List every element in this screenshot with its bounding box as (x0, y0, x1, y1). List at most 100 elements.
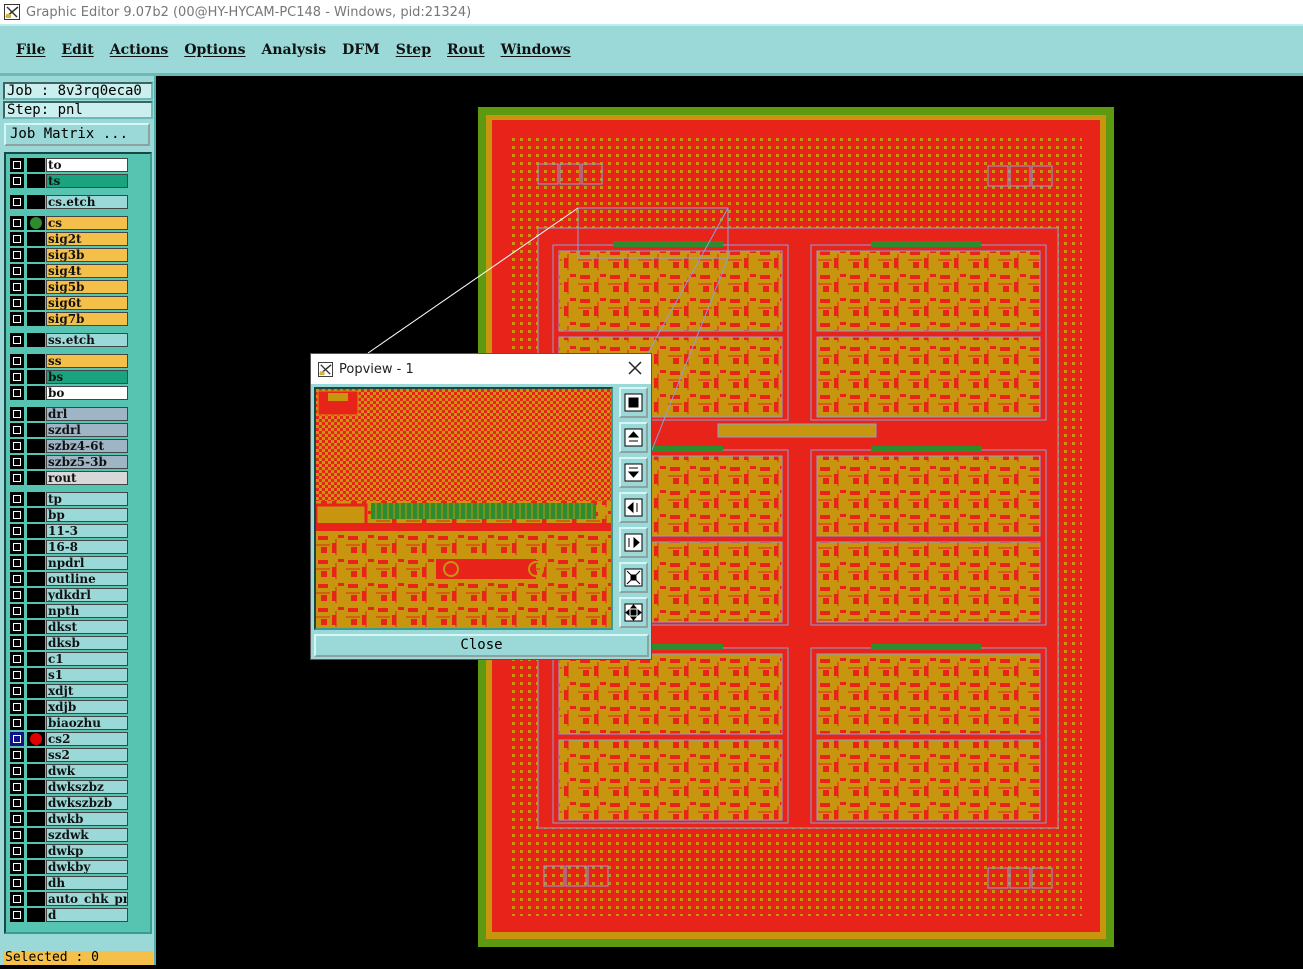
layer-status-indicator[interactable] (27, 876, 45, 890)
layer-row[interactable]: drl (10, 407, 130, 421)
layer-row[interactable]: d (10, 908, 130, 922)
layer-name[interactable]: sig7b (46, 312, 128, 326)
layer-name[interactable]: ss.etch (46, 333, 128, 347)
layer-status-indicator[interactable] (27, 908, 45, 922)
layer-row[interactable]: sig7b (10, 312, 130, 326)
layer-checkbox[interactable] (10, 439, 24, 453)
layer-name[interactable]: szdwk (46, 828, 128, 842)
layer-checkbox[interactable] (10, 264, 24, 278)
layer-row[interactable]: dwkb (10, 812, 130, 826)
layer-checkbox[interactable] (10, 876, 24, 890)
layer-name[interactable]: d (46, 908, 128, 922)
layer-status-indicator[interactable] (27, 508, 45, 522)
layer-name[interactable]: npdrl (46, 556, 128, 570)
layer-status-indicator[interactable] (27, 248, 45, 262)
layer-row[interactable]: szbz5-3b (10, 455, 130, 469)
layer-status-indicator[interactable] (27, 264, 45, 278)
layer-status-indicator[interactable] (27, 684, 45, 698)
zoom-fit-button[interactable] (619, 387, 648, 418)
layer-checkbox[interactable] (10, 828, 24, 842)
layer-status-indicator[interactable] (27, 232, 45, 246)
layer-row[interactable]: cs.etch (10, 195, 130, 209)
layer-row[interactable]: s1 (10, 668, 130, 682)
layer-checkbox[interactable] (10, 312, 24, 326)
layer-row[interactable]: ss2 (10, 748, 130, 762)
layer-checkbox[interactable] (10, 556, 24, 570)
layer-row[interactable]: sig6t (10, 296, 130, 310)
layer-checkbox[interactable] (10, 216, 24, 230)
layer-row[interactable]: auto_chk_pn (10, 892, 130, 906)
close-icon[interactable] (627, 360, 643, 376)
layer-row[interactable]: dkst (10, 620, 130, 634)
popview-close-button[interactable]: Close (314, 634, 649, 657)
layer-row[interactable]: sig4t (10, 264, 130, 278)
layer-checkbox[interactable] (10, 908, 24, 922)
layer-checkbox[interactable] (10, 748, 24, 762)
layer-name[interactable]: to (46, 158, 128, 172)
layer-name[interactable]: dwkby (46, 860, 128, 874)
layer-checkbox[interactable] (10, 333, 24, 347)
layer-checkbox[interactable] (10, 455, 24, 469)
layer-status-indicator[interactable] (27, 455, 45, 469)
layer-checkbox[interactable] (10, 668, 24, 682)
layer-checkbox[interactable] (10, 386, 24, 400)
layer-checkbox[interactable] (10, 296, 24, 310)
layer-status-indicator[interactable] (27, 796, 45, 810)
layer-name[interactable]: dwkp (46, 844, 128, 858)
layer-status-indicator[interactable] (27, 471, 45, 485)
layer-name[interactable]: xdjb (46, 700, 128, 714)
layer-checkbox[interactable] (10, 892, 24, 906)
layer-status-indicator[interactable] (27, 195, 45, 209)
layer-status-indicator[interactable] (27, 540, 45, 554)
layer-checkbox[interactable] (10, 492, 24, 506)
layer-status-indicator[interactable] (27, 158, 45, 172)
layer-status-indicator[interactable] (27, 844, 45, 858)
zoom-out-button[interactable] (619, 597, 648, 628)
layer-name[interactable]: cs (46, 216, 128, 230)
layer-checkbox[interactable] (10, 684, 24, 698)
layer-checkbox[interactable] (10, 812, 24, 826)
layer-name[interactable]: 11-3 (46, 524, 128, 538)
layer-row[interactable]: bp (10, 508, 130, 522)
layer-name[interactable]: ss (46, 354, 128, 368)
popview-zoom-view[interactable] (314, 387, 613, 630)
layer-name[interactable]: xdjt (46, 684, 128, 698)
layer-row[interactable]: ydkdrl (10, 588, 130, 602)
layer-name[interactable]: biaozhu (46, 716, 128, 730)
layer-status-indicator[interactable] (27, 439, 45, 453)
menu-edit[interactable]: Edit (61, 42, 93, 58)
layer-status-indicator[interactable] (27, 572, 45, 586)
layer-name[interactable]: 16-8 (46, 540, 128, 554)
layer-name[interactable]: szdrl (46, 423, 128, 437)
layer-row[interactable]: npdrl (10, 556, 130, 570)
layer-checkbox[interactable] (10, 232, 24, 246)
layer-checkbox[interactable] (10, 700, 24, 714)
layer-status-indicator[interactable] (27, 333, 45, 347)
layer-checkbox[interactable] (10, 796, 24, 810)
layer-status-indicator[interactable] (27, 780, 45, 794)
layer-checkbox[interactable] (10, 764, 24, 778)
layer-checkbox[interactable] (10, 248, 24, 262)
layer-status-indicator[interactable] (27, 423, 45, 437)
layer-row[interactable]: xdjb (10, 700, 130, 714)
layer-row[interactable]: sig3b (10, 248, 130, 262)
layer-checkbox[interactable] (10, 407, 24, 421)
menu-options[interactable]: Options (184, 42, 245, 58)
layer-name[interactable]: dkst (46, 620, 128, 634)
layer-status-indicator[interactable] (27, 748, 45, 762)
layer-status-indicator[interactable] (27, 386, 45, 400)
layer-checkbox[interactable] (10, 652, 24, 666)
layer-row[interactable]: bs (10, 370, 130, 384)
layer-checkbox[interactable] (10, 780, 24, 794)
layer-name[interactable]: s1 (46, 668, 128, 682)
menu-windows[interactable]: Windows (501, 42, 571, 58)
layer-checkbox[interactable] (10, 636, 24, 650)
layer-name[interactable]: drl (46, 407, 128, 421)
layer-checkbox[interactable] (10, 732, 24, 746)
layer-row[interactable]: bo (10, 386, 130, 400)
menu-dfm[interactable]: DFM (342, 42, 380, 58)
menu-actions[interactable]: Actions (110, 42, 169, 58)
layer-row[interactable]: outline (10, 572, 130, 586)
layer-name[interactable]: dwkszbz (46, 780, 128, 794)
layer-status-indicator[interactable] (27, 828, 45, 842)
